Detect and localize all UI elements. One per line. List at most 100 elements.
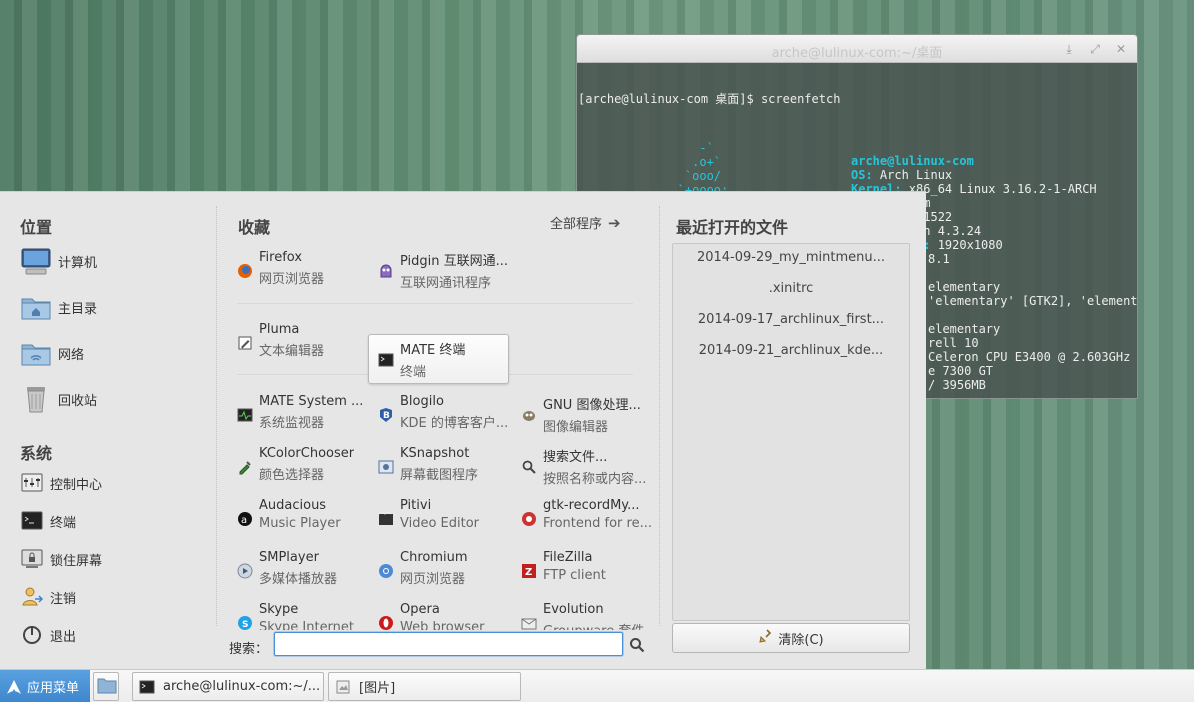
- app-launcher-mate-terminal[interactable]: MATE 终端 终端: [368, 334, 509, 384]
- search-icon[interactable]: [629, 637, 645, 653]
- app-description: 互联网通讯程序: [400, 276, 492, 291]
- terminal-titlebar[interactable]: arche@lulinux-com:~/桌面 ⤓ ⤢ ✕: [577, 35, 1137, 63]
- app-launcher-filezilla[interactable]: Z FileZilla FTP client: [521, 546, 653, 596]
- app-launcher-blogilo[interactable]: B Blogilo KDE 的博客客户...: [378, 390, 518, 440]
- evolution-icon: [521, 615, 537, 630]
- recent-file-item[interactable]: 2014-09-29_my_mintmenu...: [673, 250, 909, 272]
- taskbar: 应用菜单 arche@lulinux-com:~/... [图片]: [0, 669, 1194, 702]
- recent-file-item[interactable]: .xinitrc: [673, 281, 909, 303]
- app-launcher-skype[interactable]: S Skype Skype Internet: [237, 598, 377, 630]
- place-label: 主目录: [58, 301, 98, 317]
- svg-text:Z: Z: [525, 567, 532, 578]
- application-menu-button[interactable]: 应用菜单: [0, 670, 90, 702]
- app-launcher-smplayer[interactable]: SMPlayer 多媒体播放器: [237, 546, 377, 596]
- info-line: OS: Arch Linux: [851, 168, 1137, 182]
- place-label: 计算机: [58, 255, 98, 271]
- app-launcher-audacious[interactable]: a Audacious Music Player: [237, 494, 377, 544]
- place-trash[interactable]: 回收站: [20, 380, 200, 418]
- terminal-prompt: [arche@lulinux-com 桌面]$ screenfetch: [578, 92, 841, 106]
- logout-icon: [20, 586, 44, 608]
- control-center-icon: [20, 472, 44, 494]
- system-quit[interactable]: 退出: [20, 622, 200, 648]
- show-desktop-button[interactable]: [93, 672, 119, 701]
- gimp-icon: [521, 407, 537, 423]
- info-value: Arch Linux: [872, 168, 953, 182]
- taskbar-task-terminal[interactable]: arche@lulinux-com:~/...: [132, 672, 324, 701]
- recent-files-list[interactable]: 2014-09-29_my_mintmenu... .xinitrc 2014-09…: [672, 243, 910, 621]
- recent-file-item[interactable]: 2014-09-17_archlinux_first...: [673, 312, 909, 334]
- place-label: 回收站: [58, 393, 98, 409]
- recent-heading: 最近打开的文件: [676, 218, 789, 237]
- broom-icon: [758, 629, 772, 647]
- app-description: 网页浏览器: [400, 572, 466, 587]
- network-folder-icon: [20, 337, 52, 369]
- app-launcher-evolution[interactable]: EvolutionGroupware 套件: [521, 598, 653, 630]
- app-name: GNU 图像处理...: [543, 398, 641, 413]
- app-launcher-system-monitor[interactable]: MATE System ... 系统监视器: [237, 390, 377, 440]
- clear-recent-button[interactable]: 清除(C): [672, 623, 910, 653]
- terminal-icon: [20, 510, 44, 532]
- app-launcher-color-picker[interactable]: KColorChooser 颜色选择器: [237, 442, 377, 492]
- app-launcher-record[interactable]: gtk-recordMy... Frontend for re...: [521, 494, 653, 544]
- app-name: Pluma: [259, 322, 300, 337]
- places-heading: 位置: [20, 218, 53, 237]
- svg-text:B: B: [383, 411, 390, 421]
- info-value: x86_64 Linux 3.16.2-1-ARCH: [901, 182, 1097, 196]
- app-launcher-chromium[interactable]: Chromium 网页浏览器: [378, 546, 518, 596]
- app-name: KSnapshot: [400, 446, 470, 461]
- system-label: 终端: [50, 515, 77, 531]
- app-name: gtk-recordMy...: [543, 498, 640, 513]
- app-name: Opera: [400, 602, 440, 617]
- app-description: 文本编辑器: [259, 344, 325, 359]
- clear-label: 清除(C): [778, 632, 824, 648]
- close-icon[interactable]: ✕: [1113, 41, 1129, 57]
- search-input[interactable]: [274, 632, 623, 656]
- menu-favorites-column: 收藏 全部程序 ➔ Firefox 网页浏览器 Pidgin 互联网通... 互联网通…: [217, 192, 659, 670]
- app-name: Blogilo: [400, 394, 444, 409]
- info-key: OS:: [851, 168, 873, 182]
- system-label: 退出: [50, 629, 77, 645]
- maximize-icon[interactable]: ⤢: [1087, 41, 1103, 57]
- power-icon: [20, 624, 44, 646]
- system-lock-screen[interactable]: 锁住屏幕: [20, 546, 200, 572]
- app-launcher-pitivi[interactable]: Pitivi Video Editor: [378, 494, 518, 544]
- firefox-icon: [237, 263, 253, 279]
- record-icon: [521, 511, 537, 527]
- terminal-icon: [139, 680, 155, 694]
- app-description: 颜色选择器: [259, 468, 325, 483]
- search-files-icon: [521, 459, 537, 475]
- app-launcher-pidgin[interactable]: Pidgin 互联网通... 互联网通讯程序: [378, 246, 518, 296]
- terminal-title: arche@lulinux-com:~/桌面: [771, 46, 943, 61]
- search-label: 搜索：: [229, 642, 269, 657]
- app-launcher-pluma[interactable]: Pluma 文本编辑器: [237, 318, 377, 368]
- place-network[interactable]: 网络: [20, 334, 200, 372]
- app-launcher-search-files[interactable]: 搜索文件... 按照名称或内容...: [521, 442, 653, 492]
- place-home[interactable]: 主目录: [20, 288, 200, 326]
- all-programs-button[interactable]: 全部程序 ➔: [550, 213, 621, 233]
- app-name: Evolution: [543, 602, 604, 617]
- system-terminal[interactable]: 终端: [20, 508, 200, 534]
- app-description: 按照名称或内容...: [543, 472, 647, 487]
- info-key: arche@lulinux-com: [851, 154, 974, 168]
- pidgin-icon: [378, 263, 394, 279]
- taskbar-task-image[interactable]: [图片]: [328, 672, 521, 701]
- favorites-list[interactable]: Firefox 网页浏览器 Pidgin 互联网通... 互联网通讯程序 Pluma 文本…: [217, 246, 653, 630]
- app-launcher-firefox[interactable]: Firefox 网页浏览器: [237, 246, 377, 296]
- app-description: 网页浏览器: [259, 272, 325, 287]
- minimize-icon[interactable]: ⤓: [1061, 41, 1077, 57]
- app-launcher-opera[interactable]: Opera Web browser: [378, 598, 518, 630]
- recent-file-item[interactable]: 2014-09-21_archlinux_kde...: [673, 343, 909, 365]
- place-computer[interactable]: 计算机: [20, 242, 200, 280]
- system-heading: 系统: [20, 444, 53, 463]
- system-control-center[interactable]: 控制中心: [20, 470, 200, 496]
- app-name: Skype: [259, 602, 299, 617]
- application-menu: 位置 计算机 主目录 网络 回收站 系统 控制中心 终端 锁住屏幕 注销 退出 …: [0, 191, 926, 669]
- app-launcher-ksnapshot[interactable]: KSnapshot 屏幕截图程序: [378, 442, 518, 492]
- all-programs-label: 全部程序: [550, 217, 603, 232]
- task-label: [图片]: [359, 681, 396, 696]
- menu-left-column: 位置 计算机 主目录 网络 回收站 系统 控制中心 终端 锁住屏幕 注销 退出: [0, 192, 216, 670]
- chromium-icon: [378, 563, 394, 579]
- app-launcher-gimp[interactable]: GNU 图像处理... 图像编辑器: [521, 390, 653, 440]
- favorites-heading: 收藏: [238, 218, 271, 237]
- system-logout[interactable]: 注销: [20, 584, 200, 610]
